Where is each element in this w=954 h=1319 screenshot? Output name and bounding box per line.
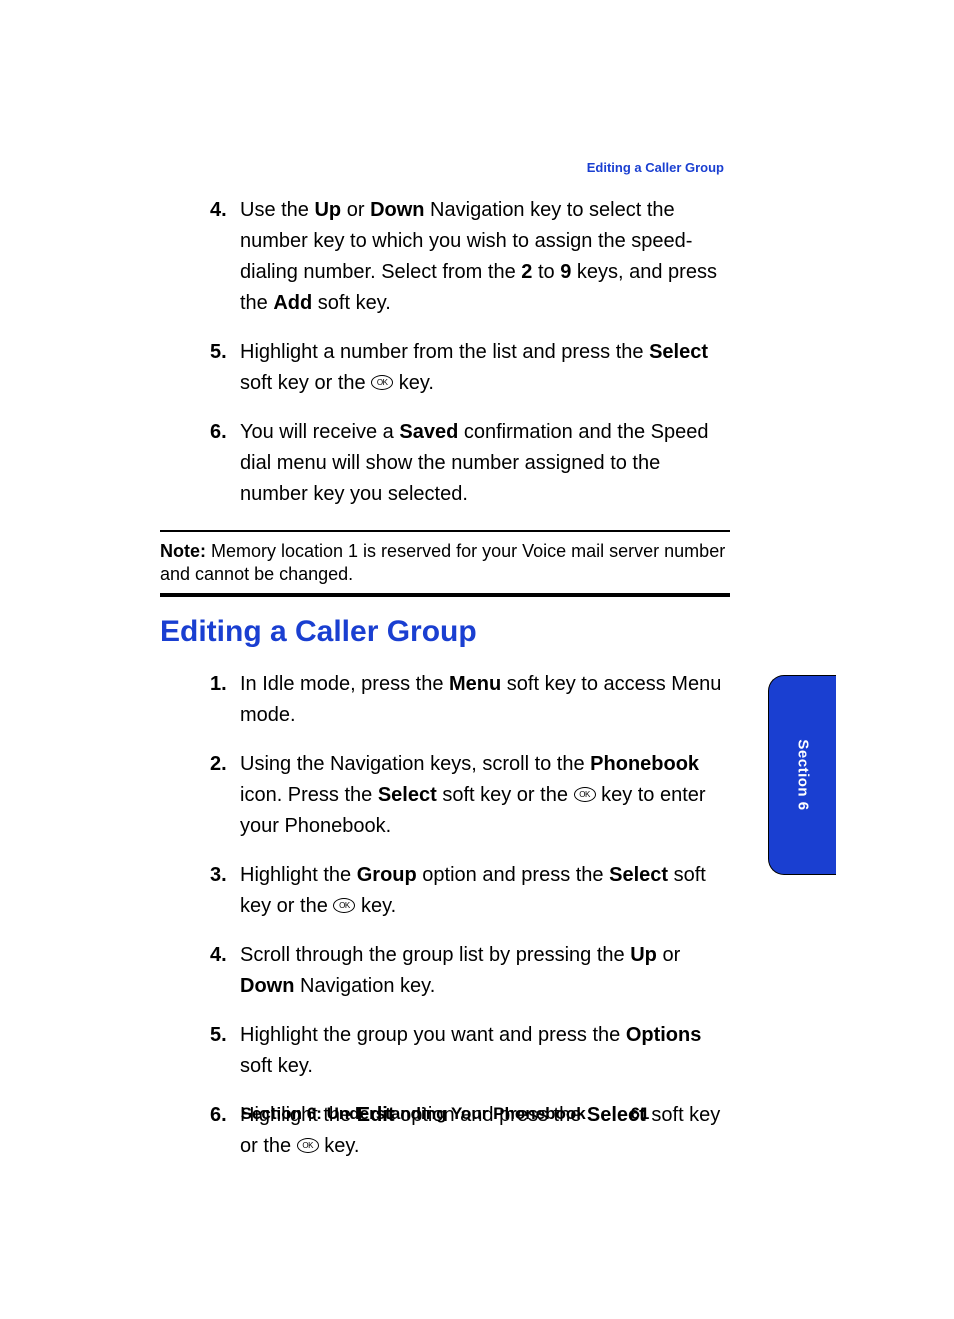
bold-text: Select [649,341,708,363]
body-text: key. [393,372,434,394]
body-text: Using the Navigation keys, scroll to the [240,753,590,775]
step-list-top: 4.Use the Up or Down Navigation key to s… [160,195,730,510]
body-text: soft key. [312,292,391,314]
footer-page-number: 61 [630,1104,649,1124]
bold-text: Saved [399,421,458,443]
body-text: or [657,944,680,966]
body-text: soft key or the [437,784,574,806]
bold-text: Down [240,975,294,997]
bold-text: Down [370,199,424,221]
step-list-bottom: 1. In Idle mode, press the Menu soft key … [160,669,730,1162]
step-number: 5. [210,1020,227,1051]
page-body-column: 4.Use the Up or Down Navigation key to s… [160,195,730,1180]
body-text: key. [319,1135,360,1157]
step-item: 1.In Idle mode, press the Menu soft key … [160,669,730,731]
step-item: 5. Highlight the group you want and press… [160,1020,730,1082]
body-text: Navigation key. [294,975,435,997]
bold-text: Phonebook [590,753,699,775]
body-text: Scroll through the group list by pressin… [240,944,630,966]
rule-thin [160,530,730,532]
ok-key-icon: OK [371,375,393,390]
body-text: icon. Press the [240,784,378,806]
step-number: 6. [210,417,227,448]
body-text: Highlight the [240,864,357,886]
body-text: Highlight a number from the list and pre… [240,341,649,363]
bold-text: Up [630,944,657,966]
body-text: to [532,261,560,283]
bold-text: Select [378,784,437,806]
step-item: 5. Highlight a number from the list and p… [160,337,730,399]
body-text: or [341,199,370,221]
bold-text: 2 [521,261,532,283]
step-number: 4. [210,195,227,226]
bold-text: 9 [560,261,571,283]
step-number: 4. [210,940,227,971]
bold-text: Group [357,864,417,886]
step-item: 2. Using the Navigation keys, scroll to t… [160,749,730,842]
body-text: Highlight the group you want and press t… [240,1024,626,1046]
ok-key-icon: OK [297,1138,319,1153]
bold-text: Select [609,864,668,886]
bold-text: Options [626,1024,702,1046]
bold-text: Add [273,292,312,314]
note-text: Memory location 1 is reserved for your V… [160,541,725,584]
step-item: 3. Highlight the Group option and press t… [160,860,730,922]
body-text: In Idle mode, press the [240,673,449,695]
step-number: 3. [210,860,227,891]
manual-page: Editing a Caller Group 4. Use the Up or D… [0,0,954,1319]
body-text: option and press the [417,864,609,886]
body-text: soft key. [240,1055,313,1077]
step-number: 5. [210,337,227,368]
section-heading: Editing a Caller Group [160,615,730,649]
bold-text: Up [314,199,341,221]
footer-section-title: Section 6: Understanding Your Phonebook [241,1104,586,1123]
side-tab-label: Section 6 [794,739,811,810]
page-footer: Section 6: Understanding Your Phonebook … [160,1104,730,1124]
step-item: 4. Scroll through the group list by press… [160,940,730,1002]
ok-key-icon: OK [574,787,596,802]
rule-heavy [160,593,730,597]
ok-key-icon: OK [333,898,355,913]
bold-text: Menu [449,673,501,695]
running-header: Editing a Caller Group [587,160,724,175]
body-text: Use the [240,199,314,221]
step-number: 2. [210,749,227,780]
step-item: 6.You will receive a Saved confirmation … [160,417,730,510]
body-text: key. [355,895,396,917]
step-item: 4.Use the Up or Down Navigation key to s… [160,195,730,319]
body-text: soft key or the [240,372,371,394]
section-side-tab: Section 6 [768,675,836,875]
step-number: 1. [210,669,227,700]
note-paragraph: Note: Memory location 1 is reserved for … [160,540,730,585]
body-text: You will receive a [240,421,399,443]
note-label: Note: [160,541,206,561]
